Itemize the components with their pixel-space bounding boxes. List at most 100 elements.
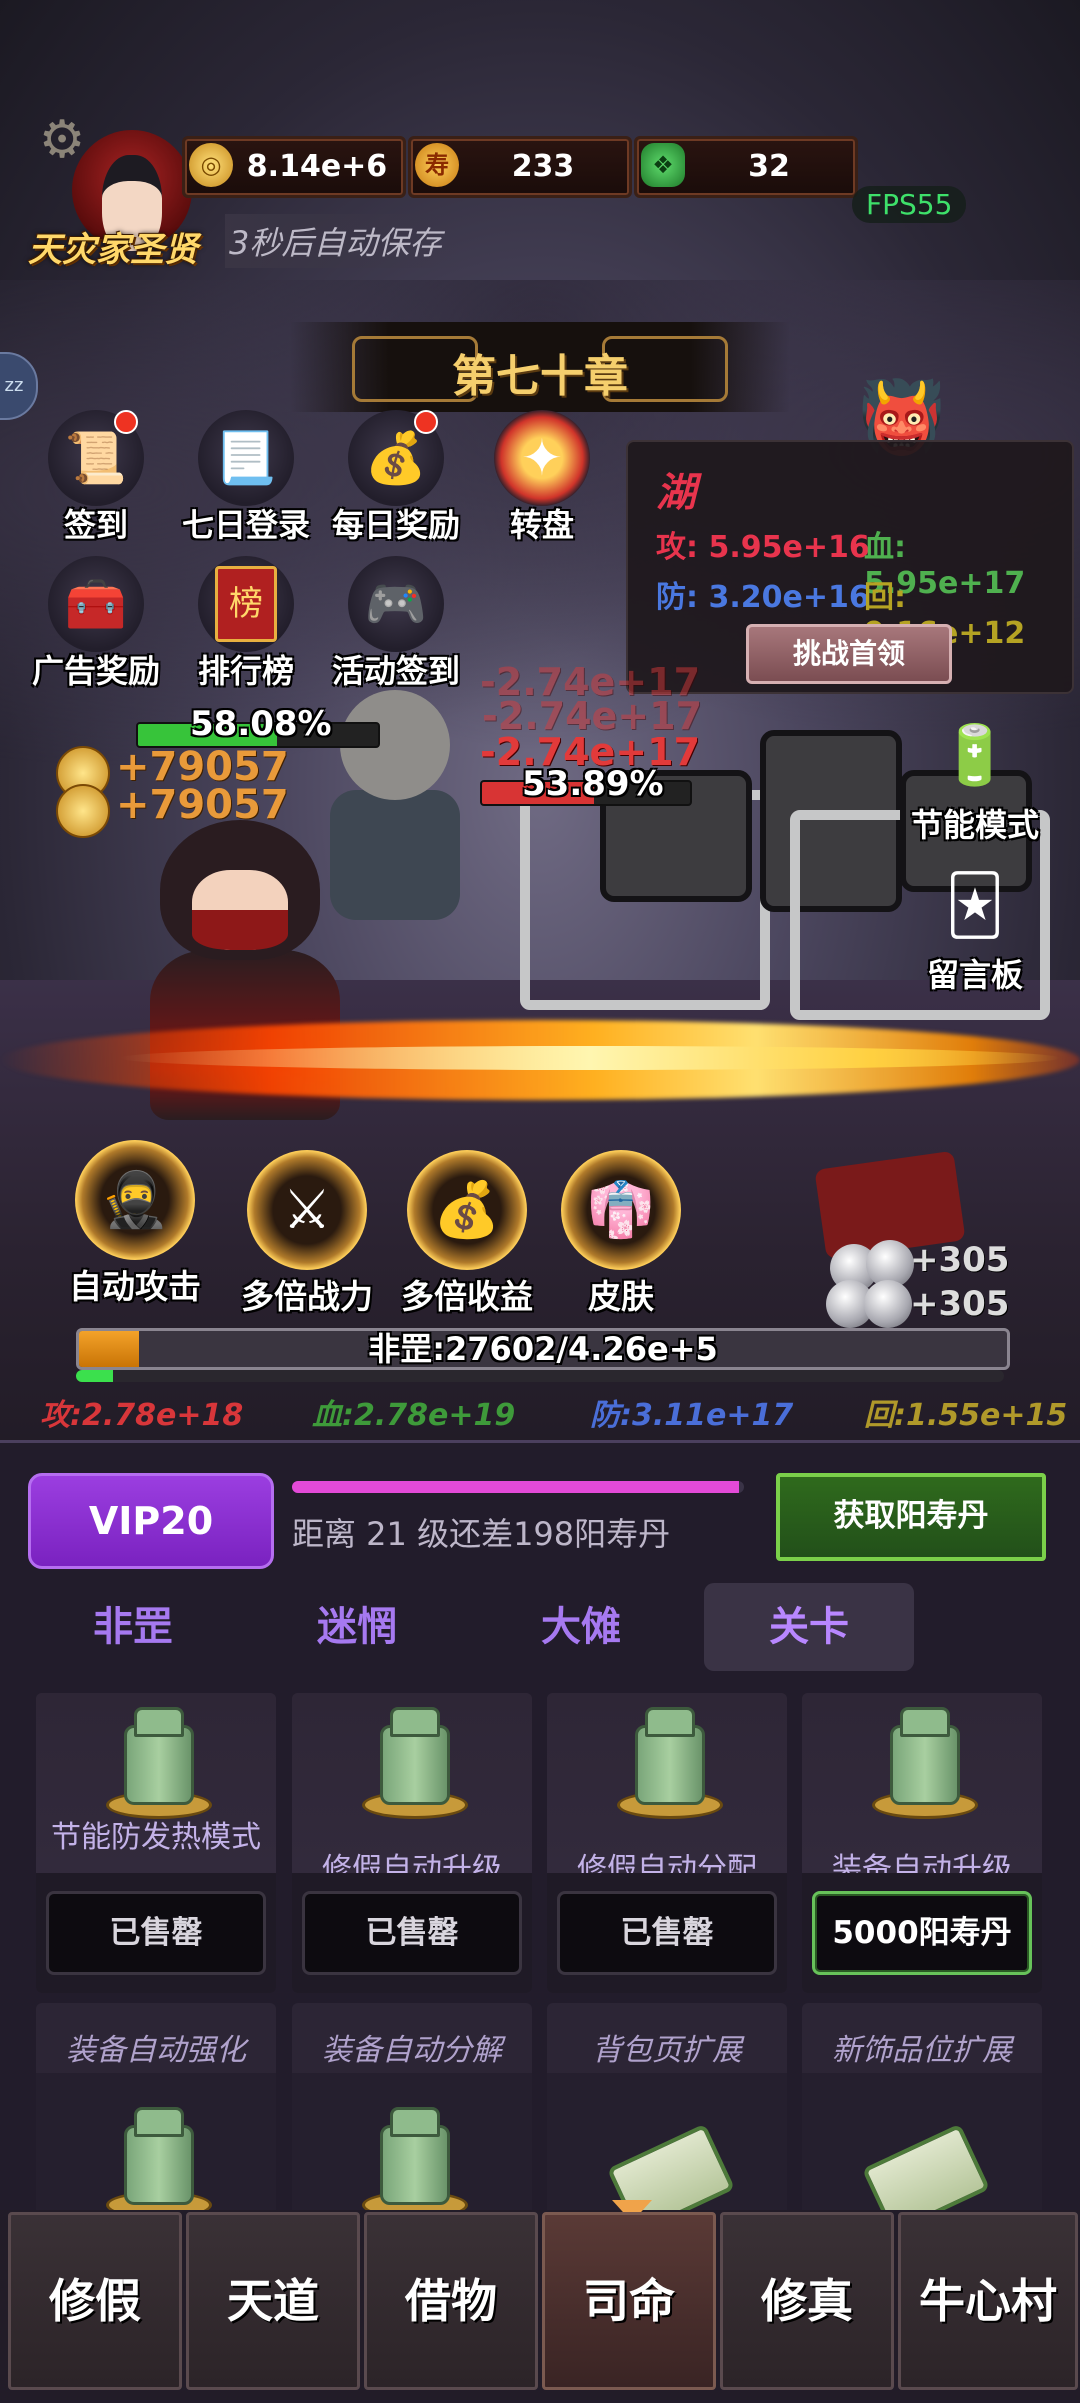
vip-progress-text: 距离 21 级还差198阳寿丹 [292, 1515, 671, 1553]
feature-seven-day-login[interactable]: 📃 七日登录 [176, 410, 316, 546]
jade-counter[interactable]: ❖ 32 [634, 136, 858, 198]
nav-niuxincun[interactable]: 牛心村 [898, 2212, 1078, 2390]
coin-icon [56, 784, 110, 838]
shop-item-title: 节能防发热模式 [51, 1820, 261, 1855]
gear-icon[interactable]: ⚙ [32, 110, 92, 170]
shop-item-title: 背包页扩展 [592, 2033, 742, 2068]
shop-item-accessory-slot-expansion[interactable]: 新饰品位扩展 [802, 2003, 1042, 2233]
shop-item-auto-allocate[interactable]: 修假自动分配 已售罄 [547, 1693, 787, 1993]
jar-lid [900, 1707, 950, 1737]
feature-label: 转盘 [509, 506, 574, 544]
vip-progress-fill [292, 1481, 740, 1493]
jar-lid [134, 1707, 184, 1737]
jar-body [890, 1725, 960, 1805]
cards-icon: 🃏 [945, 871, 1005, 939]
feature-label: 活动签到 [331, 652, 460, 690]
side-button-label: 留言板 [926, 956, 1023, 994]
vip-badge[interactable]: VIP20 [28, 1473, 274, 1569]
sword-slash-core [120, 1046, 1060, 1070]
bag-icon: 💰 [348, 410, 444, 506]
jar-body [380, 1725, 450, 1805]
skill-auto-attack[interactable]: 🥷 自动攻击 [50, 1140, 220, 1308]
experience-text: 非罡:27602/4.26e+5 [368, 1330, 718, 1368]
bottom-navigation: 修假 天道 借物 司命 修真 牛心村 [0, 2200, 1080, 2400]
player-hp: 血:2.78e+19 [312, 1398, 516, 1433]
buy-button[interactable]: 5000阳寿丹 [812, 1891, 1032, 1975]
challenge-boss-button[interactable]: 挑战首领 [746, 624, 952, 684]
fps-counter: FPS55 [852, 186, 967, 223]
shop-item-title: 装备自动分解 [322, 2033, 502, 2068]
ranking-glyph: 榜 [215, 566, 277, 642]
auto-attack-icon: 🥷 [75, 1140, 195, 1260]
shop-item-power-saving[interactable]: 节能防发热模式 已售罄 [36, 1693, 276, 1993]
shop-item-auto-dismantle[interactable]: 装备自动分解 [292, 2003, 532, 2233]
feature-label: 排行榜 [197, 652, 294, 690]
get-longevity-pill-button[interactable]: 获取阳寿丹 [776, 1473, 1046, 1561]
skill-power-multiplier[interactable]: ⚔ 多倍战力 [222, 1150, 392, 1318]
tab-danuo[interactable]: 大傩 [476, 1583, 686, 1671]
feature-label: 签到 [63, 506, 128, 544]
skill-skin[interactable]: 👘 皮肤 [536, 1150, 706, 1318]
player-stats: 攻:2.78e+18 血:2.78e+19 防:3.11e+17 回:1.55e… [0, 1392, 1080, 1440]
nav-xiujia[interactable]: 修假 [8, 2212, 182, 2390]
feature-label: 七日登录 [181, 506, 310, 544]
silver-icon [864, 1280, 912, 1328]
coin-icon: ◎ [189, 143, 233, 187]
tab-feigang[interactable]: 非罡 [28, 1583, 238, 1671]
jar-lid [134, 2107, 184, 2137]
jar-body [124, 1725, 194, 1805]
income-multiplier-icon: 💰 [407, 1150, 527, 1270]
shop-tabs: 非罡 迷惘 大傩 关卡 [28, 1583, 1052, 1673]
nav-jiewu[interactable]: 借物 [364, 2212, 538, 2390]
jar-body [380, 2125, 450, 2205]
shop-item-auto-enhance[interactable]: 装备自动强化 [36, 2003, 276, 2233]
nav-siming[interactable]: 司命 [542, 2212, 716, 2390]
feature-sign-in[interactable]: 📜 签到 [26, 410, 166, 546]
feature-event-sign-in[interactable]: 🎮 活动签到 [326, 556, 466, 692]
tab-miwang[interactable]: 迷惘 [252, 1583, 462, 1671]
shop-item-equipment-auto-upgrade[interactable]: 装备自动升级 5000阳寿丹 [802, 1693, 1042, 1993]
message-board-button[interactable]: 🃏 留言板 [900, 860, 1050, 996]
sold-out-button[interactable]: 已售罄 [302, 1891, 522, 1975]
feature-ad-reward[interactable]: 🧰 广告奖励 [26, 556, 166, 692]
scroll-icon: 📃 [198, 410, 294, 506]
feature-daily-reward[interactable]: 💰 每日奖励 [326, 410, 466, 546]
sub-progress-fill [76, 1370, 114, 1382]
longevity-icon: 寿 [415, 143, 459, 187]
chest-icon: 🧰 [48, 556, 144, 652]
scroll-icon [861, 2123, 991, 2233]
wheel-icon: ✦ [494, 410, 590, 506]
coin-counter[interactable]: ◎ 8.14e+6 [182, 136, 406, 198]
jar-icon [106, 2107, 212, 2219]
silver-gain: +305 [910, 1240, 1010, 1280]
experience-bar: 非罡:27602/4.26e+5 [76, 1328, 1010, 1370]
sold-out-button[interactable]: 已售罄 [557, 1891, 777, 1975]
hero-mask [192, 910, 288, 950]
coin-gain: +79057 [116, 782, 289, 828]
boss-regen-label: 回: [864, 580, 906, 615]
autosave-text: 3秒后自动保存 [225, 214, 462, 268]
notification-dot [414, 410, 438, 434]
player-title: 天灾家圣贤 [28, 230, 198, 270]
shop-item-bag-expansion[interactable]: 背包页扩展 [547, 2003, 787, 2233]
chapter-title: 第七十章 [452, 351, 628, 402]
feature-ranking[interactable]: 榜 排行榜 [176, 556, 316, 692]
longevity-counter[interactable]: 寿 233 [408, 136, 632, 198]
player-defense: 防:3.11e+17 [590, 1398, 794, 1433]
shop-item-auto-upgrade[interactable]: 修假自动升级 已售罄 [292, 1693, 532, 1993]
skill-income-multiplier[interactable]: 💰 多倍收益 [382, 1150, 552, 1318]
feature-wheel[interactable]: ✦ 转盘 [472, 410, 612, 546]
player-hp-percent: 58.08% [190, 704, 332, 744]
tab-stage[interactable]: 关卡 [704, 1583, 914, 1671]
sign-in-icon: 📜 [48, 410, 144, 506]
nav-xiuzhen[interactable]: 修真 [720, 2212, 894, 2390]
boss-info-panel: 湖 攻: 5.95e+16 血: 5.95e+17 防: 3.20e+16 回:… [626, 440, 1074, 694]
nav-tiandao[interactable]: 天道 [186, 2212, 360, 2390]
boss-defense-value: 3.20e+16 [708, 580, 870, 615]
boss-attack: 攻: 5.95e+16 [656, 522, 870, 566]
coin-value: 8.14e+6 [246, 149, 388, 184]
vip-progress-bar [292, 1481, 744, 1493]
feature-label: 每日奖励 [331, 506, 460, 544]
power-saving-button[interactable]: 🔋 节能模式 [900, 710, 1050, 846]
sold-out-button[interactable]: 已售罄 [46, 1891, 266, 1975]
